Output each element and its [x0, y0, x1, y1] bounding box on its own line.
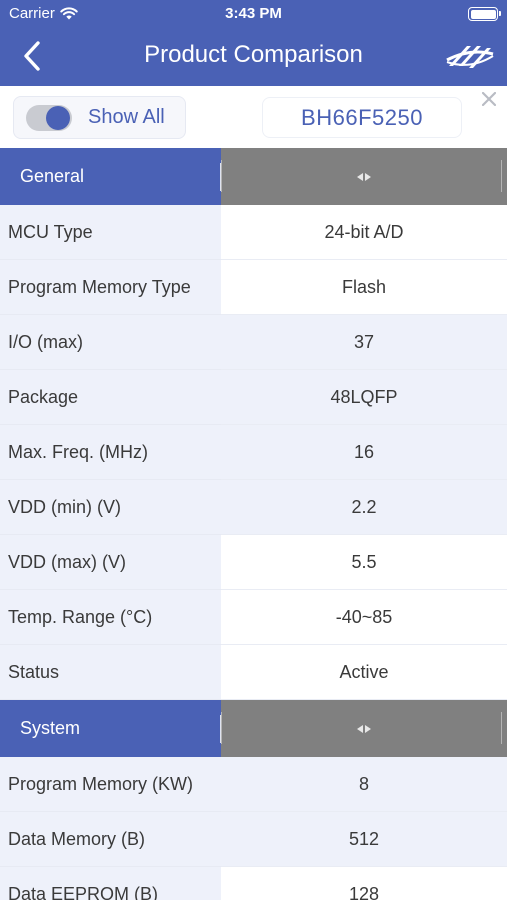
table-row: Status Active	[0, 645, 507, 700]
expand-horizontal-icon	[357, 172, 371, 181]
row-label: Package	[0, 370, 221, 425]
expand-horizontal-icon	[357, 724, 371, 733]
section-header-general[interactable]: General	[0, 148, 507, 205]
table-row: Program Memory (KW) 8	[0, 757, 507, 812]
battery-icon	[468, 7, 501, 21]
table-row: Max. Freq. (MHz) 16	[0, 425, 507, 480]
row-value: 16	[221, 425, 507, 480]
row-label: Max. Freq. (MHz)	[0, 425, 221, 480]
row-value: 48LQFP	[221, 370, 507, 425]
table-row: Temp. Range (°C) -40~85	[0, 590, 507, 645]
toggle-label: Show All	[88, 106, 165, 128]
comparison-controls: Show All BH66F5250	[0, 86, 507, 148]
row-label: Program Memory Type	[0, 260, 221, 315]
row-value: 5.5	[221, 535, 507, 590]
section-title: General	[0, 148, 221, 205]
comparison-table: General MCU Type 24-bit A/D Program Memo…	[0, 148, 507, 900]
status-bar: Carrier 3:43 PM	[0, 0, 507, 28]
row-label: VDD (min) (V)	[0, 480, 221, 535]
navigation-bar: Product Comparison	[0, 28, 507, 86]
row-label: VDD (max) (V)	[0, 535, 221, 590]
table-row: Data Memory (B) 512	[0, 812, 507, 867]
row-value: 8	[221, 757, 507, 812]
table-row: VDD (max) (V) 5.5	[0, 535, 507, 590]
row-label: Data Memory (B)	[0, 812, 221, 867]
status-time: 3:43 PM	[225, 5, 282, 22]
table-row: Program Memory Type Flash	[0, 260, 507, 315]
section-header-system[interactable]: System	[0, 700, 507, 757]
row-value: 24-bit A/D	[221, 205, 507, 260]
section-value-header	[221, 700, 507, 757]
close-icon	[482, 92, 496, 106]
remove-product-button[interactable]	[478, 88, 500, 110]
table-row: VDD (min) (V) 2.2	[0, 480, 507, 535]
table-row: I/O (max) 37	[0, 315, 507, 370]
row-label: I/O (max)	[0, 315, 221, 370]
row-value: 37	[221, 315, 507, 370]
toggle-switch[interactable]	[26, 104, 72, 131]
row-value: Flash	[221, 260, 507, 315]
table-row: Data EEPROM (B) 128	[0, 867, 507, 900]
product-column-header[interactable]: BH66F5250	[262, 97, 462, 138]
table-row: MCU Type 24-bit A/D	[0, 205, 507, 260]
row-label: Data EEPROM (B)	[0, 867, 221, 900]
section-title: System	[0, 700, 221, 757]
company-logo-icon[interactable]	[445, 38, 495, 76]
row-value: -40~85	[221, 590, 507, 645]
table-row: Package 48LQFP	[0, 370, 507, 425]
row-value: 2.2	[221, 480, 507, 535]
row-label: MCU Type	[0, 205, 221, 260]
section-value-header	[221, 148, 507, 205]
row-value: 128	[221, 867, 507, 900]
row-value: Active	[221, 645, 507, 700]
row-label: Status	[0, 645, 221, 700]
row-label: Temp. Range (°C)	[0, 590, 221, 645]
row-label: Program Memory (KW)	[0, 757, 221, 812]
row-value: 512	[221, 812, 507, 867]
show-all-toggle[interactable]: Show All	[13, 96, 186, 139]
page-title: Product Comparison	[144, 41, 363, 68]
